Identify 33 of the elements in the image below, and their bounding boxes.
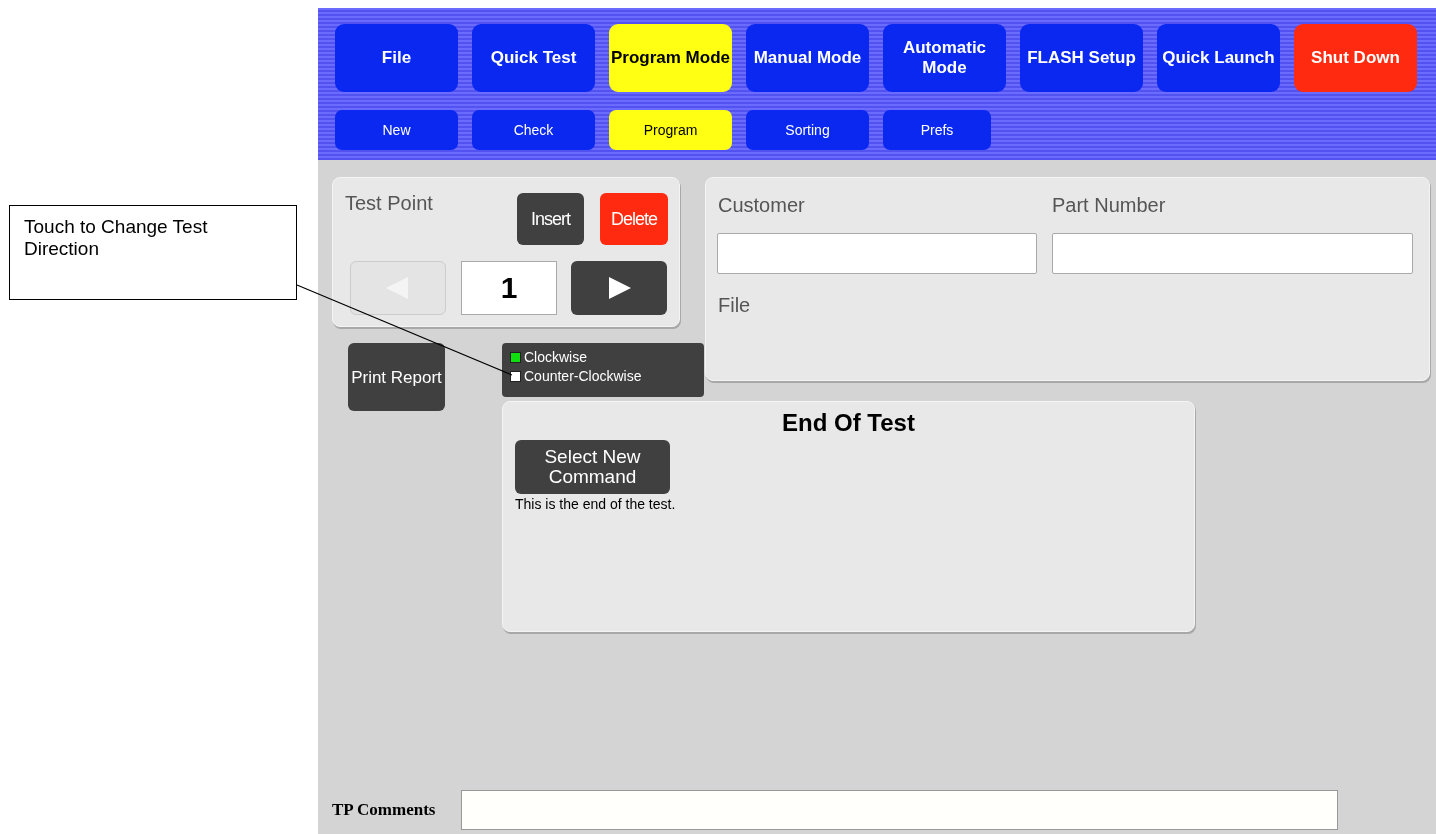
field-label: File [718,294,751,317]
menu-button[interactable]: Shut Down [1294,24,1417,92]
callout-box: Touch to Change Test Direction [9,205,297,300]
menu-button[interactable]: File [335,24,458,92]
submenu-tab[interactable]: Prefs [883,110,991,150]
command-description: This is the end of the test. [515,496,676,512]
delete-button[interactable]: Delete [600,193,668,245]
menu-button[interactable]: Quick Launch [1157,24,1280,92]
next-button[interactable] [571,261,667,315]
comments-label: TP Comments [332,800,436,820]
test-point-number: 1 [461,261,557,315]
command-title: End Of Test [782,408,915,438]
panel-title: Test Point [345,192,433,215]
menu-button[interactable]: Program Mode [609,24,732,92]
select-command-button[interactable]: Select New Command [515,440,670,494]
field-label: Part Number [1052,194,1166,217]
direction-option[interactable]: Counter-Clockwise [510,368,642,385]
field-label: Customer [718,194,805,217]
customer-field[interactable] [717,233,1037,274]
submenu-tab[interactable]: Sorting [746,110,869,150]
submenu-tab[interactable]: Program [609,110,732,150]
direction-option[interactable]: Clockwise [510,349,587,366]
menu-button[interactable]: Automatic Mode [883,24,1006,92]
menu-button[interactable]: Quick Test [472,24,595,92]
insert-button[interactable]: Insert [517,193,584,245]
right-arrow-icon [607,277,631,299]
comments-field[interactable] [461,790,1339,830]
submenu-tab[interactable]: New [335,110,458,150]
print-report-button[interactable]: Print Report [348,343,445,411]
menu-button[interactable]: Manual Mode [746,24,869,92]
menu-button[interactable]: FLASH Setup [1020,24,1143,92]
submenu-tab[interactable]: Check [472,110,595,150]
part-number-field[interactable] [1052,233,1413,274]
